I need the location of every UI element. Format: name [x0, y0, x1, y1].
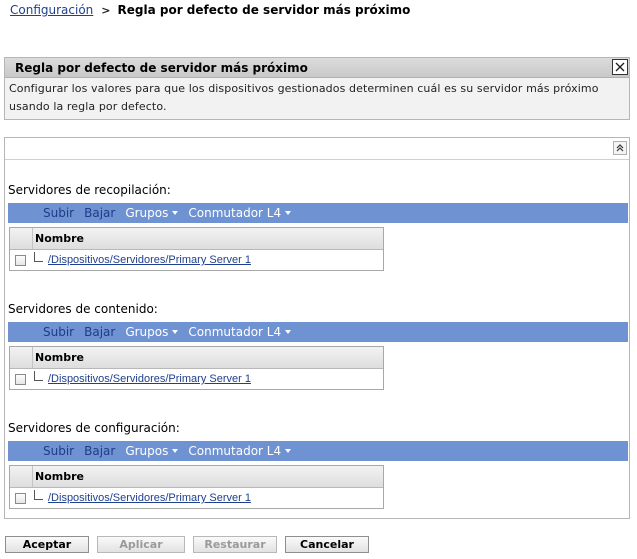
accept-button[interactable]: Aceptar [5, 536, 89, 553]
groups-menu[interactable]: Grupos [125, 206, 179, 220]
groups-menu-label: Grupos [125, 325, 169, 339]
server-link[interactable]: /Dispositivos/Servidores/Primary Server … [48, 492, 251, 504]
groups-menu[interactable]: Grupos [125, 325, 179, 339]
move-up-button[interactable]: Subir [43, 444, 74, 458]
panel-header [5, 138, 629, 160]
info-panel: Regla por defecto de servidor más próxim… [4, 57, 630, 120]
table-header: Nombre [10, 228, 383, 250]
chevron-down-icon [285, 210, 292, 215]
close-icon[interactable] [612, 59, 628, 75]
checkbox-column-header [10, 347, 33, 368]
server-rule-panel: Servidores de recopilación: Subir Bajar … [4, 137, 630, 519]
chevron-down-icon [172, 448, 179, 453]
action-button-bar: Aceptar Aplicar Restaurar Cancelar [5, 536, 377, 553]
chevron-down-icon [285, 448, 292, 453]
row-checkbox[interactable] [15, 254, 26, 266]
row-checkbox[interactable] [15, 373, 26, 385]
table-row: /Dispositivos/Servidores/Primary Server … [10, 369, 383, 389]
groups-menu-label: Grupos [125, 206, 169, 220]
cancel-button[interactable]: Cancelar [285, 536, 369, 553]
checkbox-column-header [10, 228, 33, 249]
move-down-button[interactable]: Bajar [84, 206, 115, 220]
l4-switch-menu-label: Conmutador L4 [188, 325, 282, 339]
configuration-servers-table: Nombre /Dispositivos/Servidores/Primary … [9, 465, 384, 509]
l4-switch-menu[interactable]: Conmutador L4 [188, 325, 292, 339]
chevron-down-icon [172, 210, 179, 215]
table-header: Nombre [10, 466, 383, 488]
apply-button[interactable]: Aplicar [97, 536, 185, 553]
table-header: Nombre [10, 347, 383, 369]
l4-switch-menu[interactable]: Conmutador L4 [188, 444, 292, 458]
info-panel-description: Configurar los valores para que los disp… [9, 82, 599, 113]
info-panel-title: Regla por defecto de servidor más próxim… [15, 61, 308, 75]
content-servers-table: Nombre /Dispositivos/Servidores/Primary … [9, 346, 384, 390]
table-row: /Dispositivos/Servidores/Primary Server … [10, 488, 383, 508]
name-column-header[interactable]: Nombre [33, 466, 84, 487]
collection-servers-toolbar: Subir Bajar Grupos Conmutador L4 [8, 203, 628, 223]
name-column-header[interactable]: Nombre [33, 228, 84, 249]
breadcrumb: Configuración > Regla por defecto de ser… [10, 2, 410, 18]
checkbox-column-header [10, 466, 33, 487]
breadcrumb-separator: > [101, 3, 111, 17]
configuration-servers-section: Servidores de configuración: Subir Bajar… [8, 419, 628, 509]
l4-switch-menu-label: Conmutador L4 [188, 444, 282, 458]
l4-switch-menu[interactable]: Conmutador L4 [188, 206, 292, 220]
page-title: Regla por defecto de servidor más próxim… [117, 3, 411, 17]
move-down-button[interactable]: Bajar [84, 325, 115, 339]
collection-servers-section: Servidores de recopilación: Subir Bajar … [8, 181, 628, 271]
section-label: Servidores de contenido: [8, 302, 158, 316]
chevron-down-icon [285, 329, 292, 334]
l4-switch-menu-label: Conmutador L4 [188, 206, 282, 220]
groups-menu-label: Grupos [125, 444, 169, 458]
groups-menu[interactable]: Grupos [125, 444, 179, 458]
restore-button[interactable]: Restaurar [193, 536, 277, 553]
move-up-button[interactable]: Subir [43, 206, 74, 220]
collapse-icon[interactable] [613, 141, 627, 155]
name-column-header[interactable]: Nombre [33, 347, 84, 368]
content-servers-section: Servidores de contenido: Subir Bajar Gru… [8, 300, 628, 390]
move-up-button[interactable]: Subir [43, 325, 74, 339]
breadcrumb-configuracion-link[interactable]: Configuración [10, 3, 93, 17]
info-panel-header: Regla por defecto de servidor más próxim… [5, 58, 629, 78]
server-link[interactable]: /Dispositivos/Servidores/Primary Server … [48, 373, 251, 385]
content-servers-toolbar: Subir Bajar Grupos Conmutador L4 [8, 322, 628, 342]
server-link[interactable]: /Dispositivos/Servidores/Primary Server … [48, 254, 251, 266]
configuration-servers-toolbar: Subir Bajar Grupos Conmutador L4 [8, 441, 628, 461]
tree-connector-icon [30, 250, 46, 270]
row-checkbox[interactable] [15, 492, 26, 504]
section-label: Servidores de recopilación: [8, 183, 171, 197]
tree-connector-icon [30, 488, 46, 508]
table-row: /Dispositivos/Servidores/Primary Server … [10, 250, 383, 270]
section-label: Servidores de configuración: [8, 421, 180, 435]
move-down-button[interactable]: Bajar [84, 444, 115, 458]
collection-servers-table: Nombre /Dispositivos/Servidores/Primary … [9, 227, 384, 271]
chevron-down-icon [172, 329, 179, 334]
tree-connector-icon [30, 369, 46, 389]
